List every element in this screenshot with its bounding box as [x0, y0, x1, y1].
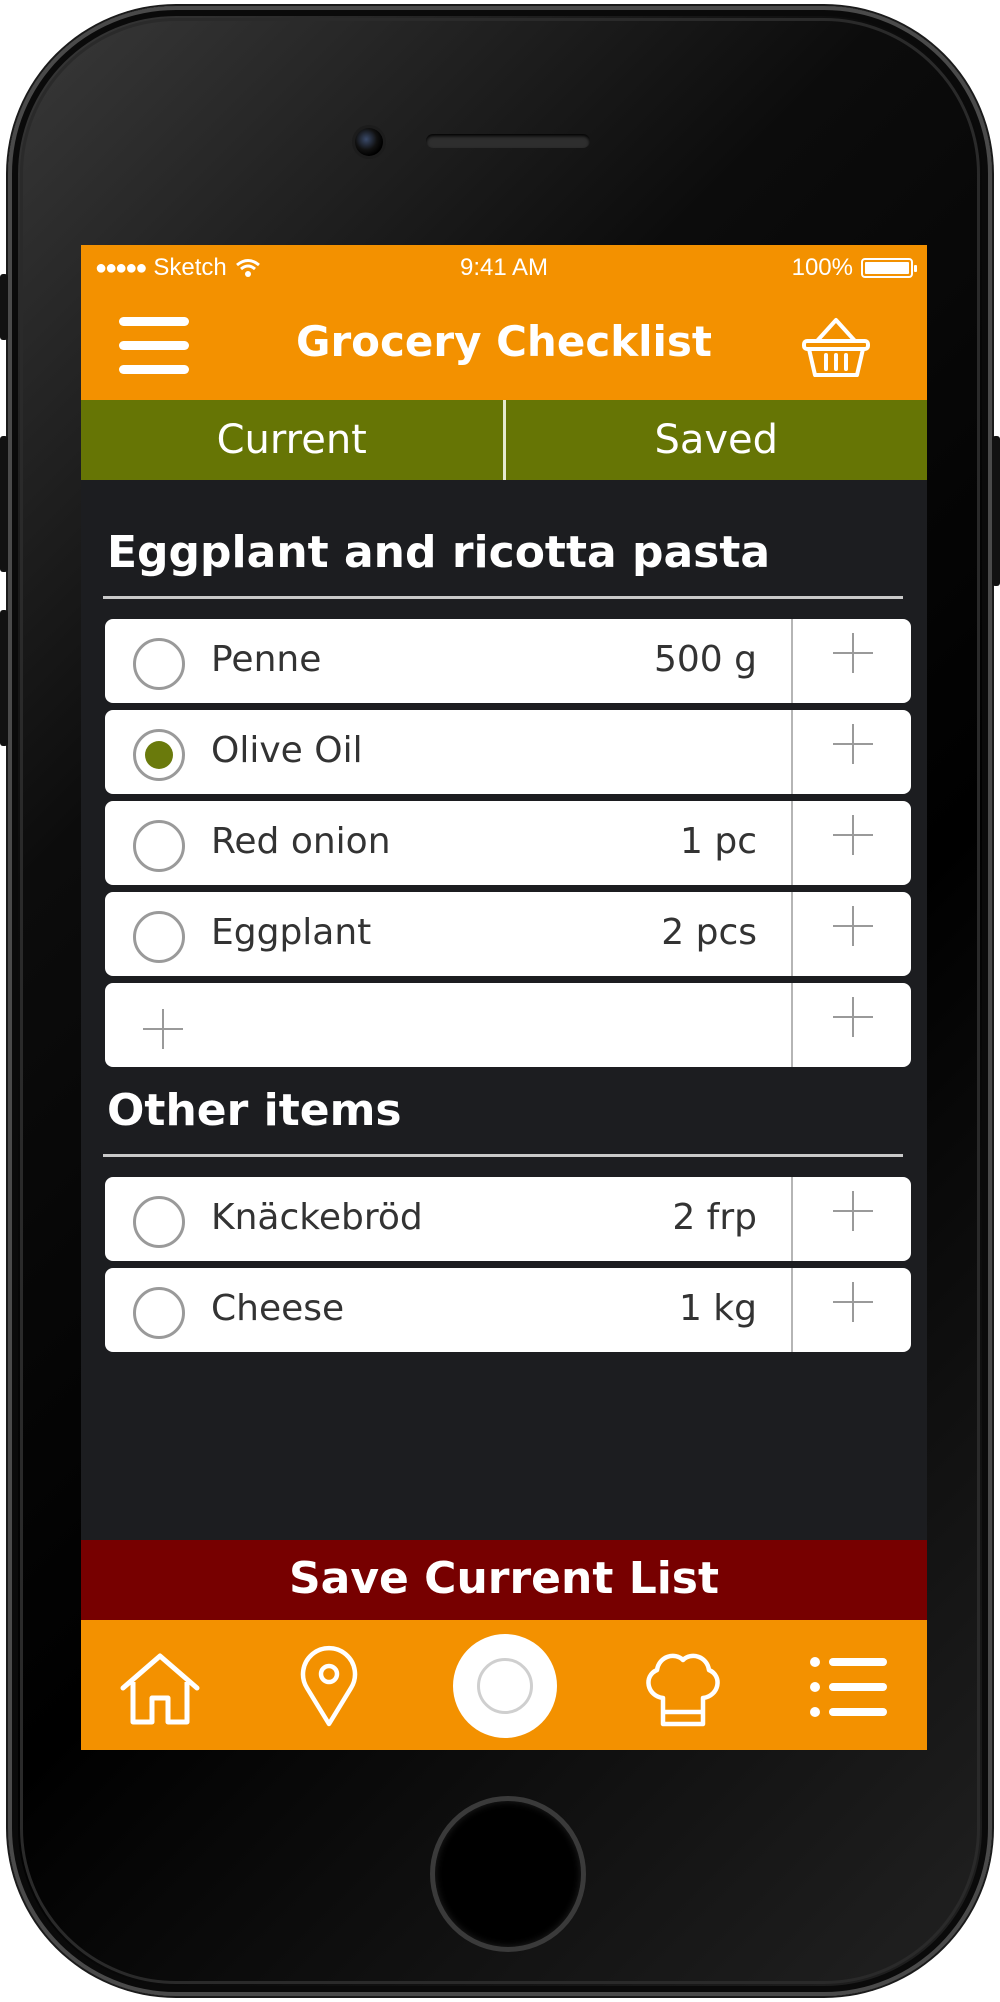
- item-quantity: 1 kg: [678, 1288, 757, 1329]
- item-body[interactable]: Cheese 1 kg: [105, 1268, 791, 1352]
- volume-up-button: [0, 436, 8, 572]
- add-item-row: [105, 983, 911, 1067]
- item-name: Eggplant: [211, 912, 372, 953]
- list-item: Red onion 1 pc: [105, 801, 911, 885]
- plus-icon: [833, 815, 873, 855]
- item-quantity: 2 frp: [672, 1197, 757, 1238]
- item-add-button[interactable]: [791, 983, 911, 1067]
- plus-icon: [833, 997, 873, 1037]
- plus-icon: [833, 633, 873, 673]
- item-add-button[interactable]: [791, 710, 911, 794]
- item-body[interactable]: Red onion 1 pc: [105, 801, 791, 885]
- earpiece-speaker: [426, 134, 590, 148]
- section-divider: [103, 596, 903, 599]
- plus-icon: [833, 906, 873, 946]
- save-current-list-button[interactable]: Save Current List: [81, 1540, 927, 1620]
- list-item: Eggplant 2 pcs: [105, 892, 911, 976]
- list-item: Olive Oil: [105, 710, 911, 794]
- list-item: Cheese 1 kg: [105, 1268, 911, 1352]
- list-tabs: Current Saved: [81, 400, 927, 480]
- item-add-button[interactable]: [791, 892, 911, 976]
- item-name: Cheese: [211, 1288, 345, 1329]
- tab-saved[interactable]: Saved: [502, 400, 928, 480]
- item-name: Knäckebröd: [211, 1197, 423, 1238]
- item-body[interactable]: Eggplant 2 pcs: [105, 892, 791, 976]
- status-bar: ●●●●● Sketch 9:41 AM 100%: [81, 245, 927, 287]
- item-checkbox[interactable]: [133, 1287, 185, 1339]
- item-add-button[interactable]: [791, 1177, 911, 1261]
- bottom-tab-bar: [81, 1620, 927, 1750]
- silent-switch: [0, 274, 8, 340]
- section-title-other: Other items: [107, 1085, 402, 1136]
- item-checkbox[interactable]: [133, 638, 185, 690]
- section-title-recipe: Eggplant and ricotta pasta: [107, 527, 771, 578]
- item-checkbox[interactable]: [133, 729, 185, 781]
- battery-icon: [861, 258, 917, 278]
- item-add-button[interactable]: [791, 1268, 911, 1352]
- plus-icon: [143, 1009, 183, 1049]
- section-divider: [103, 1154, 903, 1157]
- list-item: Penne 500 g: [105, 619, 911, 703]
- item-quantity: 1 pc: [680, 821, 757, 862]
- battery-percentage: 100%: [791, 254, 853, 281]
- item-name: Red onion: [211, 821, 391, 862]
- app-screen: ●●●●● Sketch 9:41 AM 100% Grocery Checkl…: [81, 245, 927, 1750]
- item-checkbox[interactable]: [133, 1196, 185, 1248]
- plus-icon: [833, 1282, 873, 1322]
- chef-hat-icon[interactable]: [641, 1648, 725, 1728]
- item-body[interactable]: Penne 500 g: [105, 619, 791, 703]
- plus-icon: [833, 1191, 873, 1231]
- shopping-basket-icon[interactable]: [801, 315, 871, 381]
- item-name: Penne: [211, 639, 322, 680]
- power-button: [992, 436, 1000, 586]
- item-body[interactable]: Olive Oil: [105, 710, 791, 794]
- item-body[interactable]: Knäckebröd 2 frp: [105, 1177, 791, 1261]
- plus-icon: [833, 724, 873, 764]
- item-quantity: 2 pcs: [661, 912, 757, 953]
- item-checkbox[interactable]: [133, 911, 185, 963]
- add-new-item-button[interactable]: [105, 983, 791, 1067]
- item-name: Olive Oil: [211, 730, 363, 771]
- item-add-button[interactable]: [791, 801, 911, 885]
- home-button[interactable]: [430, 1796, 586, 1952]
- front-camera: [355, 128, 383, 156]
- list-icon[interactable]: [809, 1656, 889, 1718]
- location-pin-icon[interactable]: [299, 1644, 359, 1728]
- home-icon[interactable]: [119, 1652, 201, 1726]
- item-add-button[interactable]: [791, 619, 911, 703]
- tab-current[interactable]: Current: [81, 400, 503, 480]
- volume-down-button: [0, 610, 8, 746]
- app-header: Grocery Checklist: [81, 287, 927, 400]
- record-icon[interactable]: [453, 1634, 557, 1738]
- list-item: Knäckebröd 2 frp: [105, 1177, 911, 1261]
- item-checkbox[interactable]: [133, 820, 185, 872]
- item-quantity: 500 g: [653, 639, 757, 680]
